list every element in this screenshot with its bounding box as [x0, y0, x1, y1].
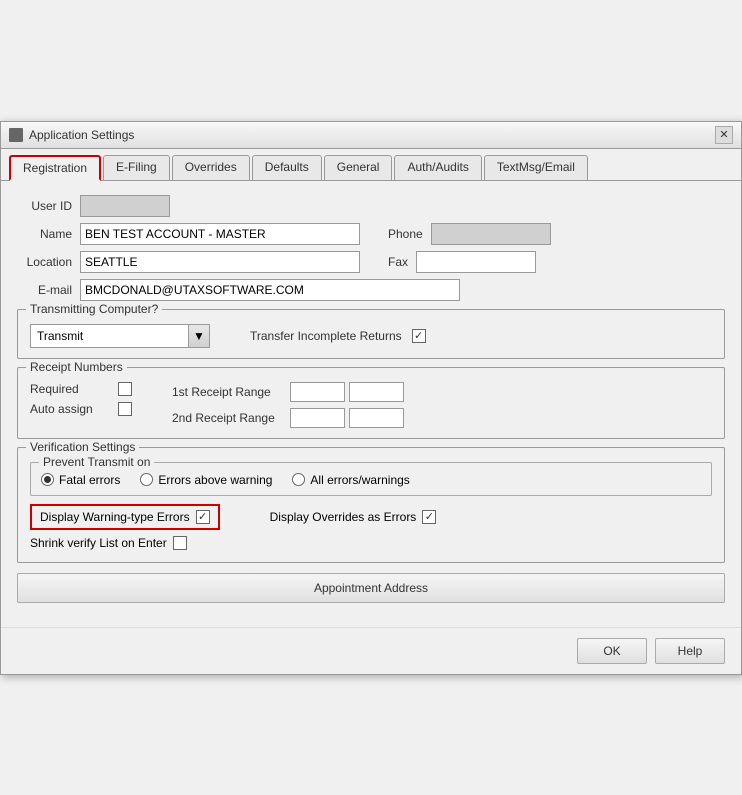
email-input[interactable] [80, 279, 460, 301]
tab-defaults[interactable]: Defaults [252, 155, 322, 180]
second-receipt-label: 2nd Receipt Range [172, 411, 282, 425]
title-bar-left: Application Settings [9, 128, 134, 142]
display-overrides-label: Display Overrides as Errors [270, 510, 417, 524]
radio-above-warning-label: Errors above warning [158, 473, 272, 487]
phone-input[interactable] [431, 223, 551, 245]
ok-button[interactable]: OK [577, 638, 647, 664]
first-receipt-from[interactable] [290, 382, 345, 402]
display-overrides-checkbox[interactable] [422, 510, 436, 524]
tab-efiling[interactable]: E-Filing [103, 155, 170, 180]
radio-row: Fatal errors Errors above warning All er… [41, 473, 701, 487]
prevent-transmit-group: Prevent Transmit on Fatal errors Errors … [30, 462, 712, 496]
shrink-verify-checkbox[interactable] [173, 536, 187, 550]
location-row: Location Fax [17, 251, 725, 273]
display-overrides-item: Display Overrides as Errors [270, 510, 437, 524]
tab-auth-audits[interactable]: Auth/Audits [394, 155, 481, 180]
transmitting-group-title: Transmitting Computer? [26, 302, 162, 316]
display-warning-label: Display Warning-type Errors [40, 510, 190, 524]
email-row: E-mail [17, 279, 725, 301]
auto-assign-label: Auto assign [30, 402, 110, 416]
required-row: Required [30, 382, 132, 396]
tab-textmsg-email[interactable]: TextMsg/Email [484, 155, 588, 180]
first-receipt-row: 1st Receipt Range [172, 382, 404, 402]
email-label: E-mail [17, 283, 72, 297]
second-receipt-row: 2nd Receipt Range [172, 408, 404, 428]
userid-row: User ID [17, 195, 725, 217]
auto-assign-checkbox[interactable] [118, 402, 132, 416]
application-settings-window: Application Settings ✕ Registration E-Fi… [0, 121, 742, 675]
second-receipt-from[interactable] [290, 408, 345, 428]
transfer-incomplete-checkbox[interactable] [412, 329, 426, 343]
radio-above-warning[interactable]: Errors above warning [140, 473, 272, 487]
tab-registration[interactable]: Registration [9, 155, 101, 181]
required-checkbox[interactable] [118, 382, 132, 396]
name-row: Name Phone [17, 223, 725, 245]
transmit-row: Transmit Do Not Transmit ▼ Transfer Inco… [30, 324, 712, 348]
second-receipt-inputs [290, 408, 404, 428]
tab-bar: Registration E-Filing Overrides Defaults… [1, 149, 741, 180]
radio-above-warning-circle [140, 473, 153, 486]
appointment-address-button[interactable]: Appointment Address [17, 573, 725, 603]
first-receipt-inputs [290, 382, 404, 402]
shrink-row: Shrink verify List on Enter [30, 536, 712, 550]
warning-row: Display Warning-type Errors Display Over… [30, 504, 712, 530]
tab-general[interactable]: General [324, 155, 393, 180]
display-warning-checkbox[interactable] [196, 510, 210, 524]
userid-input[interactable] [80, 195, 170, 217]
required-label: Required [30, 382, 110, 396]
radio-fatal-errors[interactable]: Fatal errors [41, 473, 120, 487]
radio-all-errors[interactable]: All errors/warnings [292, 473, 409, 487]
radio-fatal-errors-circle [41, 473, 54, 486]
phone-label: Phone [388, 227, 423, 241]
location-label: Location [17, 255, 72, 269]
app-icon [9, 128, 23, 142]
first-receipt-to[interactable] [349, 382, 404, 402]
prevent-transmit-title: Prevent Transmit on [39, 455, 154, 469]
radio-all-errors-label: All errors/warnings [310, 473, 409, 487]
title-bar: Application Settings ✕ [1, 122, 741, 149]
userid-label: User ID [17, 199, 72, 213]
receipt-numbers-title: Receipt Numbers [26, 360, 127, 374]
transmit-select-wrapper: Transmit Do Not Transmit ▼ [30, 324, 210, 348]
radio-all-errors-circle [292, 473, 305, 486]
location-input[interactable] [80, 251, 360, 273]
fax-label: Fax [388, 255, 408, 269]
auto-assign-row: Auto assign [30, 402, 132, 416]
bottom-bar: OK Help [1, 627, 741, 674]
content-area: User ID Name Phone Location Fax E-mail T… [1, 180, 741, 627]
help-button[interactable]: Help [655, 638, 725, 664]
name-label: Name [17, 227, 72, 241]
tab-overrides[interactable]: Overrides [172, 155, 250, 180]
fax-input[interactable] [416, 251, 536, 273]
window-title: Application Settings [29, 128, 134, 142]
first-receipt-label: 1st Receipt Range [172, 385, 282, 399]
transmitting-group: Transmitting Computer? Transmit Do Not T… [17, 309, 725, 359]
verification-group: Verification Settings Prevent Transmit o… [17, 447, 725, 563]
second-receipt-to[interactable] [349, 408, 404, 428]
transfer-incomplete-label: Transfer Incomplete Returns [250, 329, 402, 343]
verification-title: Verification Settings [26, 440, 139, 454]
receipt-numbers-group: Receipt Numbers Required Auto assign 1st… [17, 367, 725, 439]
name-input[interactable] [80, 223, 360, 245]
shrink-verify-label: Shrink verify List on Enter [30, 536, 167, 550]
display-warning-highlighted: Display Warning-type Errors [30, 504, 220, 530]
close-button[interactable]: ✕ [715, 126, 733, 144]
radio-fatal-errors-label: Fatal errors [59, 473, 120, 487]
transmit-select[interactable]: Transmit Do Not Transmit [30, 324, 210, 348]
